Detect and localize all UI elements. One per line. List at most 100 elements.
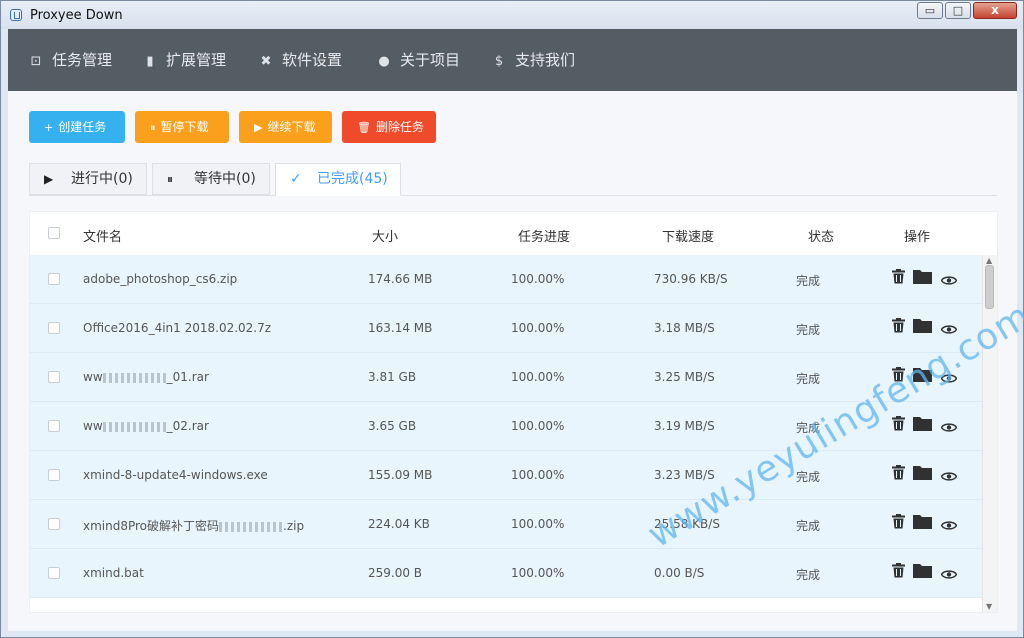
trash-icon[interactable]: [892, 465, 905, 484]
pause-icon: ⏸: [167, 172, 174, 186]
scroll-up-icon[interactable]: ▲: [986, 256, 992, 265]
table-row[interactable]: xmind8Pro破解补丁密码 .zip 224.04 KB 100.00% 25.58…: [30, 500, 983, 549]
eye-icon[interactable]: [940, 418, 958, 437]
table-row[interactable]: xmind-8-update4-windows.exe 155.09 MB 100.…: [30, 451, 983, 500]
tab-label: 等待中(0): [194, 171, 256, 187]
create-task-label: 创建任务: [58, 120, 107, 134]
folder-icon[interactable]: [913, 563, 932, 582]
minimize-icon: ▭: [924, 4, 936, 17]
redacted-text: [219, 521, 284, 532]
download-speed: 3.19 MB/S: [654, 419, 715, 433]
minimize-button[interactable]: ▭: [917, 2, 943, 19]
app-logo-icon: [10, 9, 22, 21]
nav-item-about[interactable]: ● 关于项目: [376, 29, 460, 91]
file-name-prefix: ww: [83, 370, 103, 384]
trash-icon[interactable]: [892, 563, 905, 582]
file-size: 163.14 MB: [368, 321, 433, 335]
create-task-button[interactable]: + 创建任务: [29, 111, 125, 143]
redacted-text: [102, 372, 167, 383]
pause-download-button[interactable]: ⏸ 暂停下载: [135, 111, 229, 143]
eye-icon[interactable]: [940, 565, 958, 584]
row-actions: [892, 514, 972, 534]
maximize-button[interactable]: □: [945, 2, 971, 19]
delete-task-button[interactable]: 🗑 删除任务: [342, 111, 436, 143]
pause-download-label: 暂停下载: [160, 120, 209, 134]
row-checkbox[interactable]: [48, 371, 60, 383]
trash-icon[interactable]: [892, 416, 905, 435]
file-size: 3.81 GB: [368, 370, 417, 384]
dollar-icon: $: [494, 54, 504, 69]
folder-icon[interactable]: [913, 269, 932, 288]
eye-icon[interactable]: [940, 467, 958, 486]
maximize-icon: □: [952, 4, 964, 17]
eye-icon[interactable]: [940, 516, 958, 535]
row-actions: [892, 416, 972, 436]
info-icon: ●: [378, 54, 390, 69]
folder-icon[interactable]: [913, 416, 932, 435]
nav-item-label: 关于项目: [400, 51, 461, 69]
folder-icon[interactable]: [913, 465, 932, 484]
tab-waiting[interactable]: ⏸ 等待中(0): [152, 163, 270, 195]
extension-icon: ▮: [146, 54, 154, 69]
close-button[interactable]: x: [973, 2, 1017, 19]
row-checkbox[interactable]: [48, 567, 60, 579]
tab-completed[interactable]: ✓ 已完成(45): [275, 163, 401, 196]
tab-label: 进行中(0): [71, 171, 133, 187]
redacted-text: [102, 421, 167, 432]
col-header-name[interactable]: 文件名: [83, 226, 122, 245]
task-status: 完成: [796, 323, 821, 337]
check-icon: ✓: [290, 171, 302, 187]
nav-item-task-management[interactable]: ⊡ 任务管理: [28, 29, 112, 91]
task-status: 完成: [796, 519, 821, 533]
wrench-icon: ✖: [260, 54, 272, 69]
tab-in-progress[interactable]: ▶ 进行中(0): [29, 163, 147, 195]
resume-download-label: 继续下载: [267, 120, 316, 134]
nav-item-extension-management[interactable]: ▮ 扩展管理: [142, 29, 226, 91]
select-all-checkbox[interactable]: [48, 227, 60, 239]
file-name: Office2016_4in1 2018.02.02.7z: [83, 321, 272, 335]
row-checkbox[interactable]: [48, 420, 60, 432]
title-bar[interactable]: Proxyee Down ▭ □ x: [1, 1, 1023, 29]
top-nav: ⊡ 任务管理 ▮ 扩展管理 ✖ 软件设置 ● 关于项目 $ 支持我们: [8, 29, 1017, 91]
task-icon: ⊡: [30, 54, 42, 69]
trash-icon[interactable]: [892, 514, 905, 533]
nav-item-label: 软件设置: [282, 51, 343, 69]
eye-icon[interactable]: [940, 271, 958, 290]
download-speed: 3.18 MB/S: [654, 321, 715, 335]
row-checkbox[interactable]: [48, 322, 60, 334]
col-header-status[interactable]: 状态: [808, 226, 834, 245]
file-name-suffix: _02.rar: [166, 419, 209, 433]
col-header-progress[interactable]: 任务进度: [518, 226, 570, 245]
task-progress: 100.00%: [511, 321, 565, 335]
table-header: 文件名 大小 任务进度 下载速度 状态 操作: [30, 212, 997, 256]
trash-icon[interactable]: [892, 269, 905, 288]
trash-icon[interactable]: [892, 318, 905, 337]
row-checkbox[interactable]: [48, 273, 60, 285]
nav-item-settings[interactable]: ✖ 软件设置: [258, 29, 342, 91]
folder-icon[interactable]: [913, 318, 932, 337]
table-row[interactable]: adobe_photoshop_cs6.zip 174.66 MB 100.00% 7…: [30, 255, 983, 304]
scroll-down-icon[interactable]: ▼: [986, 602, 992, 611]
scrollbar-thumb[interactable]: [985, 265, 994, 309]
task-progress: 100.00%: [511, 370, 565, 384]
row-checkbox[interactable]: [48, 469, 60, 481]
resume-download-button[interactable]: ▶ 继续下载: [239, 111, 332, 143]
table-row[interactable]: xmind.bat 259.00 B 100.00% 0.00 B/S 完成: [30, 549, 983, 598]
col-header-size[interactable]: 大小: [372, 226, 398, 245]
table-row[interactable]: Office2016_4in1 2018.02.02.7z 163.14 MB 10…: [30, 304, 983, 353]
task-progress: 100.00%: [511, 566, 565, 580]
close-icon: x: [991, 3, 999, 17]
file-name-suffix: _01.rar: [166, 370, 209, 384]
nav-item-support[interactable]: $ 支持我们: [491, 29, 575, 91]
nav-item-label: 支持我们: [515, 51, 576, 69]
window-controls: ▭ □ x: [915, 2, 1017, 19]
table-row[interactable]: ww _01.rar 3.81 GB 100.00% 3.25 MB/S 完成: [30, 353, 983, 402]
row-actions: [892, 563, 972, 583]
play-icon: ▶: [254, 121, 263, 134]
row-checkbox[interactable]: [48, 518, 60, 530]
file-size: 259.00 B: [368, 566, 423, 580]
tab-label: 已完成(45): [317, 171, 388, 187]
col-header-speed[interactable]: 下载速度: [662, 226, 714, 245]
folder-icon[interactable]: [913, 514, 932, 533]
file-name: adobe_photoshop_cs6.zip: [83, 272, 238, 286]
